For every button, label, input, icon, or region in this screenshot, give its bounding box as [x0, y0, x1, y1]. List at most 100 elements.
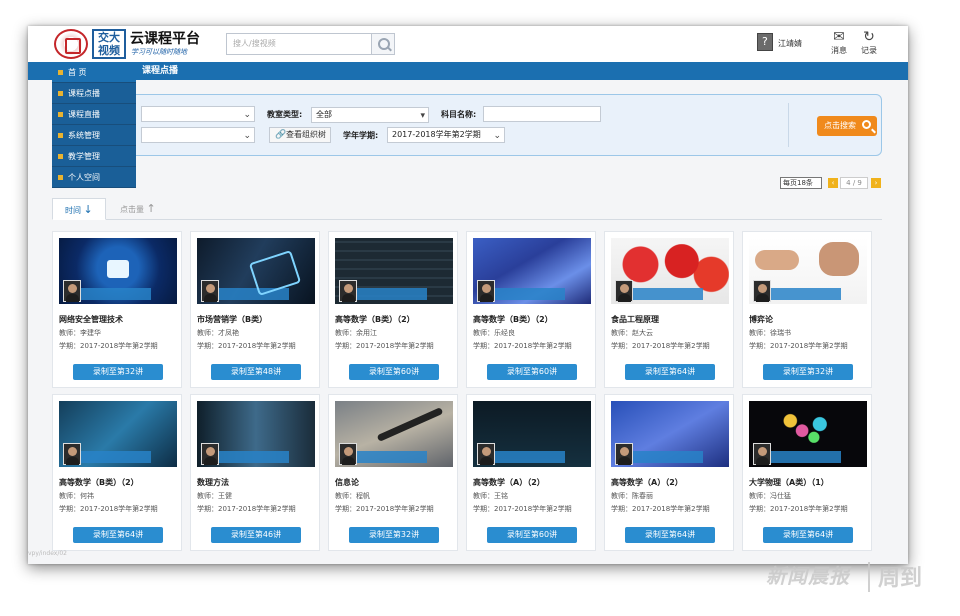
course-title[interactable]: 高等数学（A）（2） [611, 477, 683, 488]
course-thumbnail[interactable] [749, 401, 867, 467]
course-card[interactable]: 网络安全管理技术 教师：李建华 学期：2017-2018学年第2学期 录制至第32讲 [52, 231, 182, 388]
menu-item-system-admin[interactable]: 系统管理 [52, 125, 136, 146]
sort-time-label: 时间 [65, 206, 81, 215]
course-card[interactable]: 食品工程原理 教师：赵大云 学期：2017-2018学年第2学期 录制至第64讲 [604, 231, 734, 388]
recorded-lectures-button[interactable]: 录制至第32讲 [349, 527, 439, 543]
course-thumbnail[interactable] [335, 238, 453, 304]
course-card[interactable]: 高等数学（B类）（2） 教师：乐经良 学期：2017-2018学年第2学期 录制至第6… [466, 231, 596, 388]
status-url-hint: vpy/index/02 [28, 550, 68, 557]
nav-dropdown-menu: 首 页 课程点播 课程直播 系统管理 教学管理 个人空间 [52, 62, 136, 188]
jiaoda-video-logo[interactable]: 交大视频 [92, 29, 126, 59]
recorded-lectures-button[interactable]: 录制至第32讲 [763, 364, 853, 380]
course-card[interactable]: 高等数学（B类）（2） 教师：余用江 学期：2017-2018学年第2学期 录制至第6… [328, 231, 458, 388]
course-thumbnail[interactable] [59, 238, 177, 304]
course-title[interactable]: 博弈论 [749, 314, 773, 325]
course-thumbnail[interactable] [473, 401, 591, 467]
recorded-lectures-button[interactable]: 录制至第60讲 [487, 364, 577, 380]
course-thumbnail[interactable] [59, 401, 177, 467]
course-title[interactable]: 食品工程原理 [611, 314, 659, 325]
main-navbar: 课程点播 [28, 62, 908, 80]
messages-button[interactable]: ✉ 消息 [824, 30, 854, 56]
course-title[interactable]: 网络安全管理技术 [59, 314, 123, 325]
recorded-lectures-button[interactable]: 录制至第64讲 [763, 527, 853, 543]
thumbnail-caption-bar [217, 288, 289, 300]
sort-by-time-tab[interactable]: 时间 ↓ [52, 198, 106, 220]
course-thumbnail[interactable] [611, 238, 729, 304]
recorded-lectures-button[interactable]: 录制至第64讲 [73, 527, 163, 543]
course-term: 学期：2017-2018学年第2学期 [197, 342, 296, 350]
course-card[interactable]: 数理方法 教师：王健 学期：2017-2018学年第2学期 录制至第46讲 [190, 394, 320, 551]
course-thumbnail[interactable] [197, 238, 315, 304]
page-indicator: 4 / 9 [840, 177, 868, 189]
app-window: 交大视频 云课程平台 学习可以随时随地 搜人/搜视频 江靖婧 ✉ 消息 ↻ 记录… [28, 26, 908, 564]
classroom-type-select[interactable]: 全部 ▾ [311, 107, 429, 123]
subject-name-input[interactable] [483, 106, 601, 122]
sort-by-clicks-tab[interactable]: 点击量 ↑ [108, 198, 168, 220]
course-teacher: 教师：才凤艳 [197, 329, 239, 337]
thumbnail-caption-bar [355, 451, 427, 463]
course-card[interactable]: 高等数学（A）（2） 教师：王铭 学期：2017-2018学年第2学期 录制至第60讲 [466, 394, 596, 551]
course-term: 学期：2017-2018学年第2学期 [749, 505, 848, 513]
college-select[interactable]: ⌄ [141, 106, 255, 122]
click-search-label: 点击搜索 [824, 121, 856, 130]
search-icon[interactable] [371, 33, 395, 55]
course-term: 学期：2017-2018学年第2学期 [335, 342, 434, 350]
course-thumbnail[interactable] [473, 238, 591, 304]
filter-panel: ⌄ ⌄ 教室类型: 全部 ▾ 科目名称: 🔗 查看组织树 学年学期: 2017-… [52, 94, 882, 156]
tab-course-on-demand[interactable]: 课程点播 [142, 62, 178, 80]
course-thumbnail[interactable] [749, 238, 867, 304]
menu-item-course-live[interactable]: 课程直播 [52, 104, 136, 125]
course-title[interactable]: 市场营销学（B类） [197, 314, 267, 325]
course-title[interactable]: 高等数学（B类）（2） [59, 477, 139, 488]
course-term: 学期：2017-2018学年第2学期 [749, 342, 848, 350]
thumbnail-caption-bar [631, 288, 703, 300]
menu-item-course-on-demand[interactable]: 课程点播 [52, 83, 136, 104]
course-title[interactable]: 高等数学（A）（2） [473, 477, 545, 488]
recorded-lectures-button[interactable]: 录制至第64讲 [625, 364, 715, 380]
menu-item-home[interactable]: 首 页 [52, 62, 136, 83]
course-card[interactable]: 信息论 教师：程帆 学期：2017-2018学年第2学期 录制至第32讲 [328, 394, 458, 551]
watermark-divider [868, 562, 870, 592]
course-card[interactable]: 市场营销学（B类） 教师：才凤艳学期：2017-2018学年第2学期录制至第48讲 [190, 231, 320, 388]
course-thumbnail[interactable] [335, 401, 453, 467]
menu-item-personal-space[interactable]: 个人空间 [52, 167, 136, 188]
recorded-lectures-button[interactable]: 录制至第48讲 [211, 364, 301, 380]
course-title[interactable]: 大学物理（A类）（1） [749, 477, 829, 488]
click-search-button[interactable]: 点击搜索 [817, 116, 877, 136]
view-org-tree-button[interactable]: 🔗 查看组织树 [269, 127, 331, 143]
major-select[interactable]: ⌄ [141, 127, 255, 143]
course-title[interactable]: 数理方法 [197, 477, 229, 488]
menu-item-teaching-admin[interactable]: 教学管理 [52, 146, 136, 167]
course-card[interactable]: 大学物理（A类）（1） 教师：冯仕猛 学期：2017-2018学年第2学期 录制至第6… [742, 394, 872, 551]
classroom-type-label: 教室类型: [267, 110, 303, 119]
per-page-select[interactable]: 每页18条 [780, 177, 822, 189]
recorded-lectures-button[interactable]: 录制至第64讲 [625, 527, 715, 543]
records-label: 记录 [861, 46, 877, 55]
thumbnail-caption-bar [631, 451, 703, 463]
classroom-type-value: 全部 [316, 110, 332, 119]
term-select[interactable]: 2017-2018学年第2学期 ⌄ [387, 127, 505, 143]
term-value: 2017-2018学年第2学期 [392, 130, 481, 139]
global-search-input[interactable]: 搜人/搜视频 [226, 33, 372, 55]
course-card[interactable]: 博弈论 教师：徐瑞书 学期：2017-2018学年第2学期 录制至第32讲 [742, 231, 872, 388]
course-thumbnail[interactable] [611, 401, 729, 467]
recorded-lectures-button[interactable]: 录制至第60讲 [349, 364, 439, 380]
teacher-photo [753, 280, 771, 302]
subject-name-label: 科目名称: [441, 110, 477, 119]
user-name[interactable]: 江靖婧 [778, 38, 802, 49]
recorded-lectures-button[interactable]: 录制至第60讲 [487, 527, 577, 543]
course-card[interactable]: 高等数学（B类）（2） 教师：何祎 学期：2017-2018学年第2学期 录制至第64… [52, 394, 182, 551]
course-thumbnail[interactable] [197, 401, 315, 467]
user-avatar[interactable] [757, 33, 773, 51]
course-title[interactable]: 高等数学（B类）（2） [473, 314, 553, 325]
platform-title: 云课程平台 [130, 31, 200, 47]
course-card[interactable]: 高等数学（A）（2） 教师：陈春丽 学期：2017-2018学年第2学期 录制至第64… [604, 394, 734, 551]
next-page-button[interactable]: › [871, 178, 881, 188]
records-button[interactable]: ↻ 记录 [854, 30, 884, 56]
course-title[interactable]: 高等数学（B类）（2） [335, 314, 415, 325]
prev-page-button[interactable]: ‹ [828, 178, 838, 188]
teacher-photo [477, 443, 495, 465]
course-title[interactable]: 信息论 [335, 477, 359, 488]
recorded-lectures-button[interactable]: 录制至第32讲 [73, 364, 163, 380]
recorded-lectures-button[interactable]: 录制至第46讲 [211, 527, 301, 543]
